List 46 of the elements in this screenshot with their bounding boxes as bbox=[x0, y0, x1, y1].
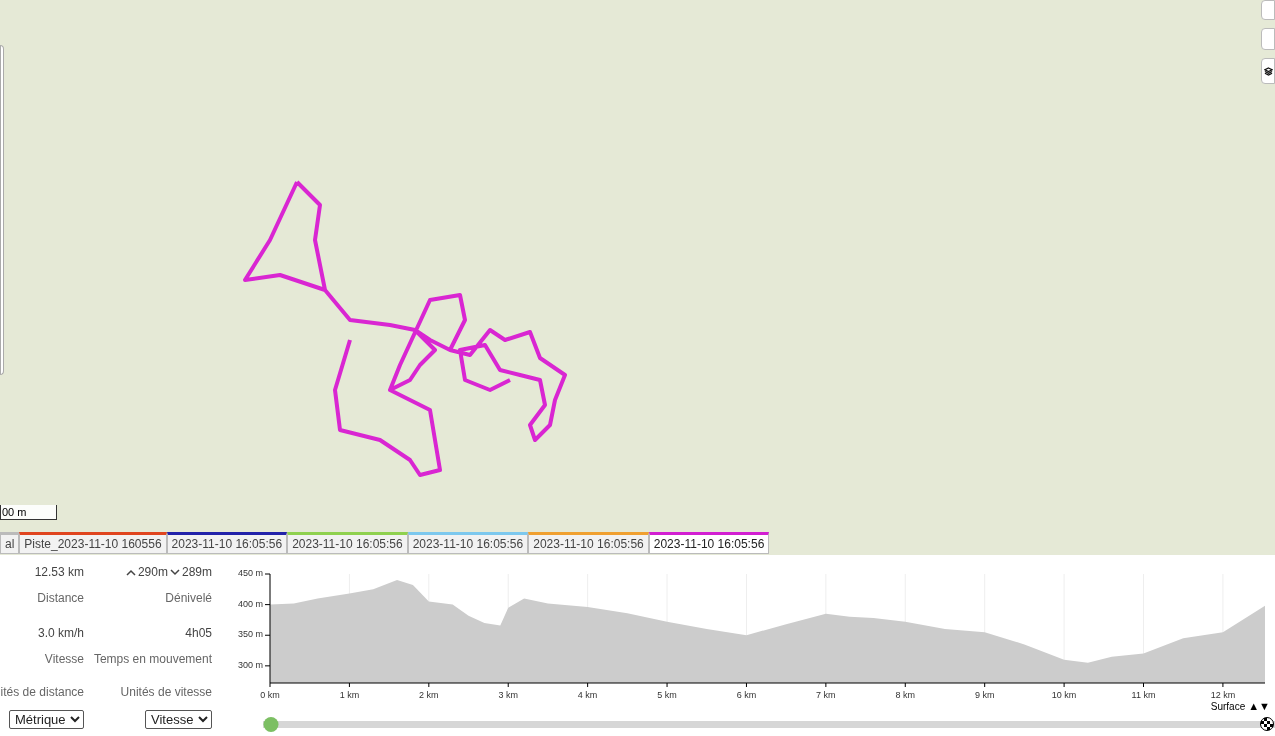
unit-label: Unités de vitesse bbox=[120, 684, 212, 701]
y-tick-label: 400 m bbox=[237, 599, 263, 609]
y-tick-label: 450 m bbox=[237, 569, 263, 578]
layers-button[interactable] bbox=[1261, 58, 1275, 84]
track-tab[interactable]: al bbox=[0, 532, 20, 554]
x-tick-label: 9 km bbox=[974, 691, 995, 700]
stat-value: 290m bbox=[137, 564, 168, 581]
track-tab[interactable]: 2023-11-10 16:05:56 bbox=[648, 532, 770, 554]
map-background[interactable]: 00 m al Piste_2023-11-10 160556 2023-11-10 16:05:56 2023-11-10 16:05:56 2023-11-10 16:05:56 2023-11-10 16:05:56 2023-11-10 16:05:56 bbox=[0, 0, 1275, 555]
stat-value: 289m bbox=[181, 564, 212, 581]
x-tick-label: 12 km bbox=[1210, 691, 1236, 700]
track-tab[interactable]: 2023-11-10 16:05:56 bbox=[528, 532, 649, 554]
unit-select[interactable]: Métrique bbox=[9, 710, 84, 729]
x-tick-label: 6 km bbox=[736, 691, 757, 700]
x-tick-label: 4 km bbox=[577, 691, 598, 700]
surface-label: Surface bbox=[1210, 700, 1246, 714]
track-tab[interactable]: 2023-11-10 16:05:56 bbox=[287, 532, 408, 554]
sort-arrows[interactable]: ▲▼ bbox=[1248, 701, 1270, 712]
y-tick-label: 350 m bbox=[237, 630, 263, 640]
x-tick-label: 2 km bbox=[419, 691, 439, 700]
track-tab[interactable]: 2023-11-10 16:05:56 bbox=[407, 532, 529, 554]
stat-label: Vitesse bbox=[44, 651, 84, 668]
chevron-up-icon bbox=[125, 568, 136, 576]
x-tick-label: 1 km bbox=[339, 691, 360, 700]
x-tick-label: 11 km bbox=[1131, 691, 1156, 700]
unit-select[interactable]: Vitesse bbox=[145, 710, 212, 729]
x-tick-label: 10 km bbox=[1051, 691, 1077, 700]
unit-label: ités de distance bbox=[0, 684, 84, 701]
x-tick-label: 0 km bbox=[260, 691, 280, 700]
chevron-down-icon bbox=[169, 568, 180, 576]
y-tick-label: 300 m bbox=[237, 660, 263, 670]
x-tick-label: 5 km bbox=[657, 691, 677, 700]
stat-value: 3.0 km/h bbox=[37, 625, 84, 642]
scale-bar: 00 m bbox=[0, 505, 57, 520]
layers-icon bbox=[1263, 66, 1273, 76]
stat-value: 4h05 bbox=[185, 625, 212, 642]
stat-label: Temps en mouvement bbox=[93, 651, 212, 668]
stat-label: Dénivelé bbox=[165, 590, 212, 607]
x-tick-label: 3 km bbox=[498, 691, 518, 700]
track-tab[interactable]: Piste_2023-11-10 160556 bbox=[19, 532, 167, 554]
x-tick-label: 8 km bbox=[895, 691, 915, 700]
stat-label: Distance bbox=[37, 590, 84, 607]
slider-handle[interactable] bbox=[263, 717, 279, 732]
track-tab[interactable]: 2023-11-10 16:05:56 bbox=[166, 532, 288, 554]
x-tick-label: 7 km bbox=[816, 691, 836, 700]
stat-value: 12.53 km bbox=[34, 564, 84, 581]
